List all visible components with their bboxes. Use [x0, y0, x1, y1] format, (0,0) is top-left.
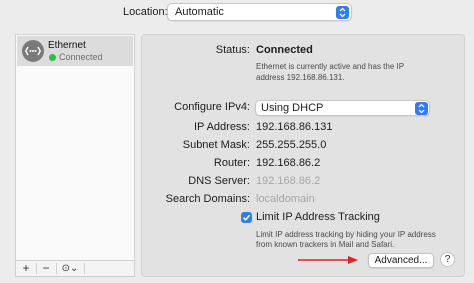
checkmark-icon — [242, 214, 251, 221]
search-domains-label: Search Domains: — [165, 193, 250, 205]
dns-server-value: 192.168.86.2 — [256, 175, 321, 187]
location-value: Automatic — [175, 6, 224, 18]
service-status: Connected — [59, 52, 103, 62]
add-service-button[interactable]: + — [18, 261, 34, 276]
configure-ipv4-label: Configure IPv4: — [174, 101, 250, 113]
configure-ipv4-select[interactable]: Using DHCP — [255, 100, 430, 116]
status-label: Status: — [215, 44, 250, 56]
router-label: Router: — [213, 157, 250, 169]
limit-tracking-description-line2: from known trackers in Mail and Safari. — [256, 240, 395, 249]
toolbar-divider — [56, 263, 57, 274]
toolbar-divider — [84, 263, 85, 274]
status-value: Connected — [256, 44, 313, 56]
limit-tracking-label[interactable]: Limit IP Address Tracking — [256, 211, 380, 224]
remove-service-button[interactable]: − — [38, 261, 54, 276]
advanced-button[interactable]: Advanced... — [368, 253, 434, 268]
toolbar-divider — [36, 263, 37, 274]
location-select[interactable]: Automatic — [167, 3, 352, 21]
annotation-arrow-icon — [298, 256, 358, 264]
service-list-toolbar: + − ⊙⌄ — [15, 261, 135, 277]
ip-address-value: 192.168.86.131 — [256, 121, 333, 133]
help-button[interactable]: ? — [440, 252, 455, 267]
router-value: 192.168.86.2 — [256, 157, 321, 169]
ethernet-icon — [22, 40, 44, 62]
location-label: Location: — [123, 6, 168, 18]
service-name: Ethernet — [48, 40, 86, 51]
service-list: Ethernet Connected — [15, 34, 135, 261]
limit-tracking-checkbox[interactable] — [241, 212, 252, 223]
configure-ipv4-value: Using DHCP — [261, 102, 324, 114]
subnet-mask-value: 255.255.255.0 — [256, 139, 327, 151]
ip-address-label: IP Address: — [193, 121, 250, 133]
status-dot-icon — [49, 54, 56, 61]
status-description-line1: Ethernet is currently active and has the… — [256, 62, 405, 71]
search-domains-value: localdomain — [256, 193, 315, 205]
chevron-updown-icon — [336, 6, 349, 19]
status-description-line2: address 192.168.86.131. — [256, 73, 345, 82]
chevron-updown-icon — [415, 102, 428, 115]
subnet-mask-label: Subnet Mask: — [182, 139, 250, 151]
service-item-ethernet[interactable]: Ethernet Connected — [17, 36, 133, 66]
dns-server-label: DNS Server: — [188, 175, 250, 187]
more-actions-button[interactable]: ⊙⌄ — [58, 261, 82, 276]
